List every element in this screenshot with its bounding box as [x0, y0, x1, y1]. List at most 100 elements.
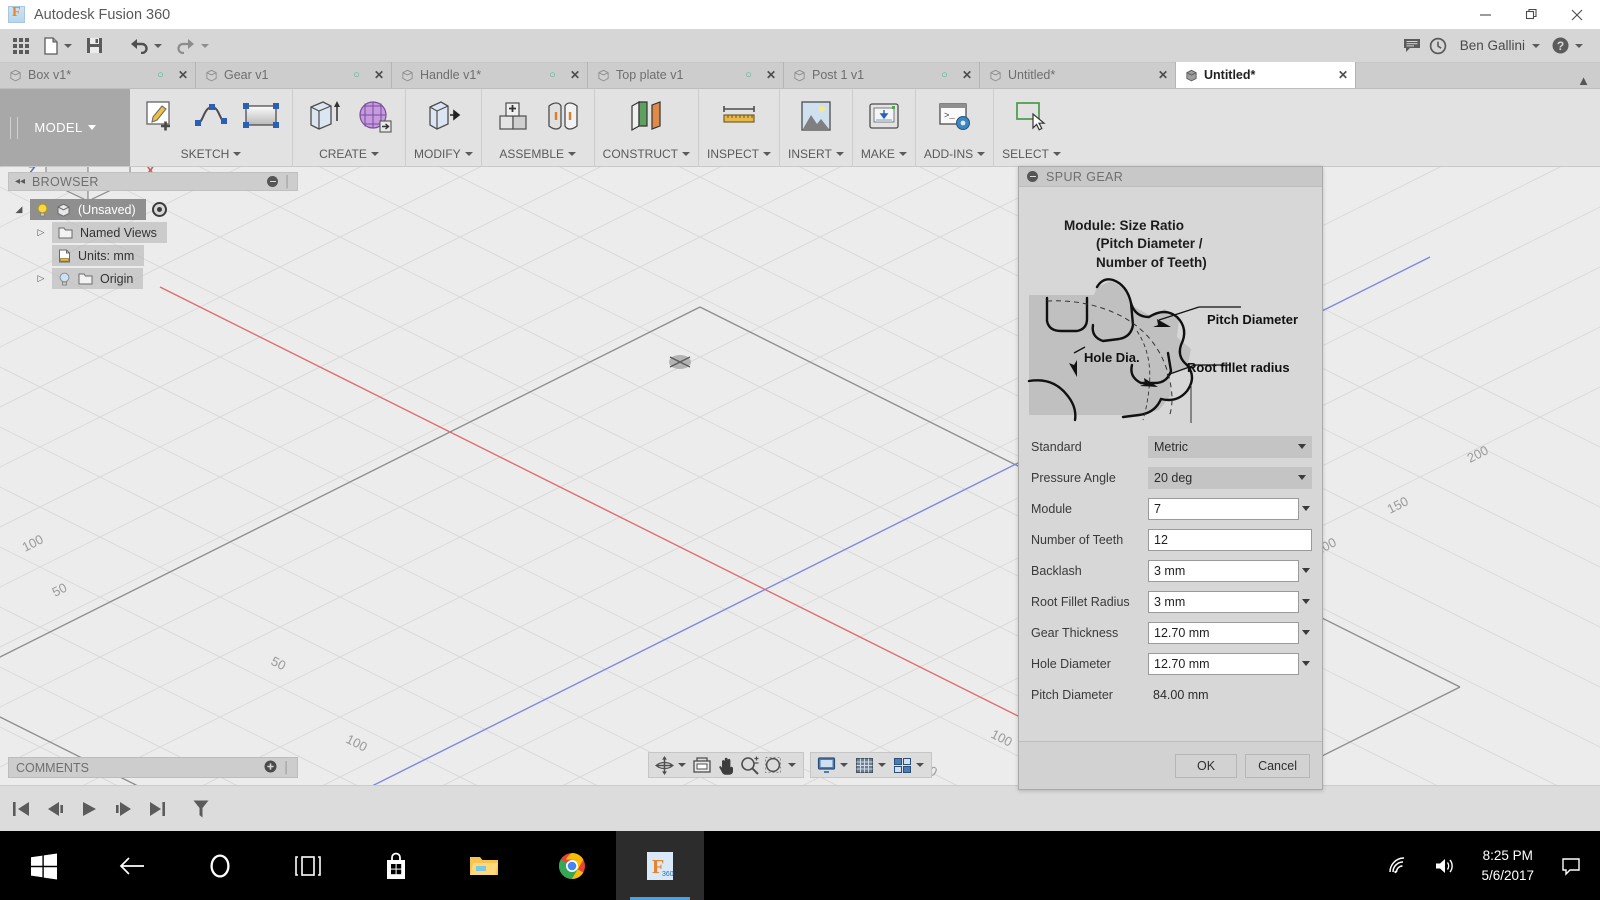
minimize-icon[interactable]	[1462, 0, 1508, 29]
fit-window-icon[interactable]	[763, 754, 785, 776]
chrome-button[interactable]	[528, 831, 616, 900]
close-icon[interactable]: ✕	[562, 68, 580, 82]
gear-thickness-input[interactable]: 12.70 mm	[1148, 621, 1299, 644]
browser-node-named-views[interactable]: ▷ Named Views	[8, 221, 298, 244]
ribbon-group-label[interactable]: ASSEMBLE	[499, 147, 577, 166]
chevron-down-icon[interactable]	[916, 763, 924, 767]
gear-thickness-stepper[interactable]	[1299, 622, 1312, 644]
clock-date[interactable]: 8:25 PM 5/6/2017	[1467, 846, 1548, 885]
minimize-panel-icon[interactable]	[267, 176, 279, 187]
close-icon[interactable]: ✕	[1150, 68, 1168, 82]
ok-button[interactable]: OK	[1175, 753, 1238, 778]
root-fillet-radius-input[interactable]: 3 mm	[1148, 590, 1299, 613]
close-icon[interactable]: ✕	[1330, 68, 1348, 82]
module-stepper[interactable]	[1299, 498, 1312, 520]
look-at-icon[interactable]	[691, 754, 713, 776]
step-forward-icon[interactable]	[112, 799, 134, 819]
close-icon[interactable]: ✕	[954, 68, 972, 82]
ribbon-group-label[interactable]: INSPECT	[707, 147, 772, 166]
ribbon-group-label[interactable]: MODIFY	[414, 147, 473, 166]
collapse-icon[interactable]	[1027, 171, 1038, 182]
cortana-button[interactable]	[176, 831, 264, 900]
close-icon[interactable]: ✕	[758, 68, 776, 82]
collapse-ribbon-icon[interactable]: ▲	[1577, 73, 1600, 88]
ribbon-group-label[interactable]: INSERT	[788, 147, 844, 166]
hole-diameter-stepper[interactable]	[1299, 653, 1312, 675]
backlash-input[interactable]: 3 mm	[1148, 559, 1299, 582]
zoom-magnifier-icon[interactable]	[739, 754, 761, 776]
offset-plane-icon[interactable]	[623, 95, 669, 137]
rectangle-icon[interactable]	[238, 95, 284, 137]
backlash-stepper[interactable]	[1299, 560, 1312, 582]
skip-end-icon[interactable]	[146, 799, 168, 819]
tab-post-1-v1[interactable]: Post 1 v1 ○ ✕	[784, 62, 980, 88]
save-button[interactable]	[79, 29, 110, 63]
joint-icon[interactable]	[540, 95, 586, 137]
skip-start-icon[interactable]	[10, 799, 32, 819]
ribbon-group-label[interactable]: SKETCH	[181, 147, 242, 166]
pan-hand-icon[interactable]	[715, 754, 737, 776]
measure-icon[interactable]	[716, 95, 762, 137]
file-explorer-button[interactable]	[440, 831, 528, 900]
chevron-down-icon[interactable]	[788, 763, 796, 767]
clock-icon[interactable]	[1427, 35, 1449, 57]
expander-icon[interactable]: ◢	[8, 204, 30, 215]
redo-button[interactable]	[169, 29, 216, 63]
step-back-icon[interactable]	[44, 799, 66, 819]
tab-handle-v1[interactable]: Handle v1* ○ ✕	[392, 62, 588, 88]
cancel-button[interactable]: Cancel	[1245, 753, 1310, 778]
create-sketch-icon[interactable]	[138, 95, 184, 137]
grid-icon[interactable]	[853, 754, 875, 776]
funnel-icon[interactable]	[190, 799, 212, 819]
store-button[interactable]	[352, 831, 440, 900]
plus-circle-icon[interactable]	[264, 760, 277, 776]
chevron-down-icon[interactable]	[878, 763, 886, 767]
monitor-icon[interactable]	[815, 754, 837, 776]
browser-node-origin[interactable]: ▷ Origin	[8, 267, 298, 290]
pressure-angle-select[interactable]: 20 deg	[1148, 466, 1312, 489]
new-component-icon[interactable]	[490, 95, 536, 137]
tab-untitled-1[interactable]: Untitled* ✕	[980, 62, 1176, 88]
expander-icon[interactable]: ▷	[30, 227, 52, 238]
back-button[interactable]	[88, 831, 176, 900]
number-of-teeth-input[interactable]: 12	[1148, 528, 1312, 551]
standard-select[interactable]: Metric	[1148, 435, 1312, 458]
fusion360-button[interactable]: F 360	[616, 831, 704, 900]
ribbon-group-label[interactable]: CONSTRUCT	[603, 147, 690, 166]
ribbon-group-label[interactable]: SELECT	[1002, 147, 1061, 166]
wifi-icon[interactable]	[1375, 831, 1421, 900]
3d-print-icon[interactable]	[861, 95, 907, 137]
root-fillet-radius-stepper[interactable]	[1299, 591, 1312, 613]
ribbon-group-label[interactable]: CREATE	[319, 147, 379, 166]
play-icon[interactable]	[78, 799, 100, 819]
help-button[interactable]: ?	[1551, 29, 1590, 63]
user-menu[interactable]: Ben Gallini	[1453, 29, 1547, 63]
panel-resize-handle[interactable]: │	[284, 176, 291, 188]
chevron-down-icon[interactable]	[678, 763, 686, 767]
lightbulb-icon[interactable]	[36, 203, 49, 217]
close-icon[interactable]: ✕	[170, 68, 188, 82]
new-file-button[interactable]	[36, 29, 79, 63]
restore-icon[interactable]	[1508, 0, 1554, 29]
chevron-down-icon[interactable]	[840, 763, 848, 767]
tab-untitled-2[interactable]: Untitled* ✕	[1176, 62, 1356, 88]
comments-panel[interactable]: COMMENTS │	[8, 757, 298, 778]
select-window-icon[interactable]	[1009, 95, 1055, 137]
collapse-left-icon[interactable]: ◂◂	[15, 176, 25, 187]
browser-node-units[interactable]: Units: mm	[8, 244, 298, 267]
module-input[interactable]: 7	[1148, 497, 1299, 520]
workspace-switcher[interactable]: MODEL	[0, 89, 130, 166]
form-icon[interactable]	[351, 95, 397, 137]
tab-top-plate-v1[interactable]: Top plate v1 ○ ✕	[588, 62, 784, 88]
speaker-icon[interactable]	[1421, 831, 1467, 900]
app-grid-button[interactable]	[0, 29, 36, 63]
expander-icon[interactable]: ▷	[30, 273, 52, 284]
viewports-icon[interactable]	[891, 754, 913, 776]
insert-image-icon[interactable]	[793, 95, 839, 137]
close-icon[interactable]	[1554, 0, 1600, 29]
undo-button[interactable]	[122, 29, 169, 63]
browser-node-unsaved[interactable]: ◢ (Unsaved)	[8, 198, 298, 221]
close-icon[interactable]: ✕	[366, 68, 384, 82]
scripts-addins-icon[interactable]: >_	[932, 95, 978, 137]
action-center-icon[interactable]	[1548, 831, 1594, 900]
